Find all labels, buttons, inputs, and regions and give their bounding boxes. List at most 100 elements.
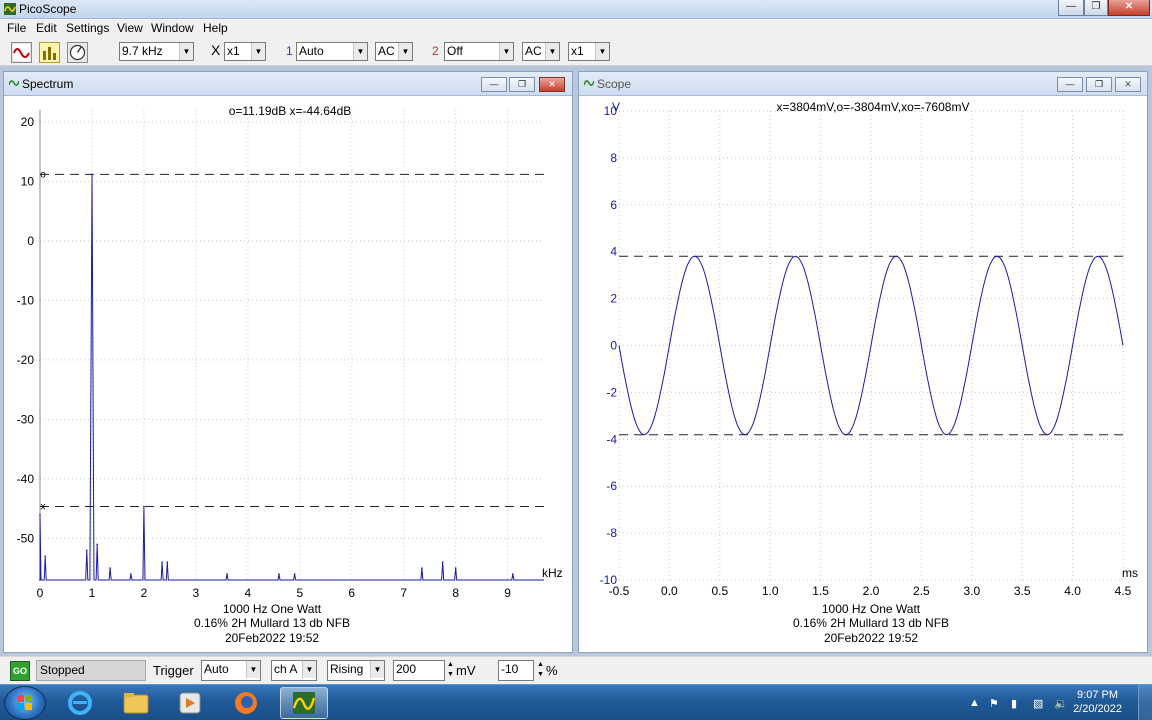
spectrum-window-icon [9, 80, 19, 86]
spectrum-markers[interactable]: ox [39, 169, 544, 575]
folder-icon [123, 693, 149, 714]
channel-1-label: 1 [286, 44, 293, 58]
media-player-icon [179, 692, 201, 714]
multiplier-value: x1 [227, 44, 240, 58]
go-button[interactable]: GO [10, 661, 30, 681]
spectrum-mode-button[interactable] [39, 42, 60, 63]
scope-x-axis: -0.5 0.0 0.5 1.0 1.5 2.0 2.5 3.0 3.5 4.0 4.5 [609, 584, 1132, 598]
scope-x-unit: ms [1122, 566, 1138, 580]
scope-caption-2: 0.16% 2H Mullard 13 db NFB [793, 616, 949, 630]
trigger-edge-select[interactable]: Rising ▼ [327, 660, 385, 681]
spectrum-readout: o=11.19dB x=-44.64dB [229, 104, 352, 118]
menu-settings[interactable]: Settings [66, 21, 109, 35]
scope-y-tick: 8 [610, 151, 617, 165]
spectrum-close-button[interactable]: ✕ [539, 77, 565, 92]
close-button[interactable]: ✕ [1108, 0, 1150, 16]
spectrum-x-tick: 1 [89, 586, 96, 600]
scope-x-tick: 1.5 [812, 584, 829, 598]
scope-y-tick: 0 [610, 339, 617, 353]
scope-x-tick: 4.5 [1115, 584, 1132, 598]
scope-restore-button[interactable]: ❐ [1086, 77, 1112, 92]
status-state: Stopped [36, 660, 146, 681]
spectrum-caption-3: 20Feb2022 19:52 [225, 631, 319, 645]
spectrum-restore-button[interactable]: ❐ [509, 77, 535, 92]
scope-y-tick: 10 [604, 104, 618, 118]
channel-2-multiplier-value: x1 [571, 44, 584, 58]
scope-y-tick: 6 [610, 198, 617, 212]
show-desktop-button[interactable] [1138, 685, 1152, 720]
spectrum-x-tick: 2 [141, 586, 148, 600]
tray-battery-icon[interactable]: ▮ [1011, 697, 1017, 710]
start-button[interactable] [4, 686, 46, 720]
scope-plot[interactable]: V x=3804mV,o=-3804mV,xo=-7608mV 1086420-… [579, 96, 1147, 652]
trigger-edge-value: Rising [330, 662, 364, 676]
spectrum-x-tick: 4 [244, 586, 251, 600]
spectrum-y-tick: -30 [17, 412, 35, 426]
spectrum-trace [39, 174, 544, 581]
channel-2-multiplier-select[interactable]: x1 ▼ [568, 42, 610, 61]
channel-1-coupling-select[interactable]: AC ▼ [375, 42, 413, 61]
scope-caption-3: 20Feb2022 19:52 [824, 631, 918, 645]
windows-logo-icon [17, 695, 32, 710]
spectrum-x-tick: 5 [296, 586, 303, 600]
taskbar-explorer[interactable] [112, 687, 160, 719]
tray-flag-icon[interactable]: ⚑ [989, 697, 999, 710]
scope-close-button[interactable]: ✕ [1115, 77, 1141, 92]
taskbar-media-player[interactable] [166, 687, 214, 719]
spectrum-plot[interactable]: o=11.19dB x=-44.64dB 20100-10-20-30-40-5… [4, 96, 572, 652]
pretrigger-value: -10 [501, 662, 519, 676]
menu-window[interactable]: Window [151, 21, 194, 35]
menu-file[interactable]: File [7, 21, 26, 35]
scope-y-tick: -2 [606, 385, 617, 399]
scope-minimize-button[interactable]: — [1057, 77, 1083, 92]
trigger-label: Trigger [153, 663, 194, 678]
tray-volume-icon[interactable]: 🔉 [1054, 697, 1068, 710]
taskbar-picoscope[interactable] [280, 687, 328, 719]
trigger-channel-select[interactable]: ch A ▼ [271, 660, 317, 681]
spectrum-titlebar[interactable]: Spectrum — ❐ ✕ [4, 72, 572, 96]
spectrum-caption-1: 1000 Hz One Watt [223, 602, 322, 616]
pretrigger-input[interactable]: -10 [498, 660, 534, 681]
menu-edit[interactable]: Edit [36, 21, 57, 35]
menu-view[interactable]: View [117, 21, 143, 35]
chevron-down-icon: ▼ [246, 661, 260, 678]
scope-mode-button[interactable] [11, 42, 32, 63]
clock-date: 2/20/2022 [1073, 703, 1122, 715]
spectrum-grid [39, 110, 544, 580]
chevron-down-icon: ▼ [179, 43, 193, 60]
scope-window-icon [584, 80, 594, 86]
multiplier-select[interactable]: x1 ▼ [224, 42, 266, 61]
taskbar-clock[interactable]: 9:07 PM 2/20/2022 [1073, 688, 1122, 716]
spectrum-title: Spectrum [22, 77, 74, 91]
taskbar-firefox[interactable] [222, 687, 270, 719]
spectrum-minimize-button[interactable]: — [481, 77, 507, 92]
picoscope-taskbar-icon [292, 692, 316, 714]
scope-y-axis: 1086420-2-4-6-8-10 [600, 104, 618, 587]
trigger-level-spinner[interactable]: ▲ ▼ [446, 660, 455, 681]
scope-x-tick: 3.0 [963, 584, 980, 598]
scope-window: Scope — ❐ ✕ V x=3804mV,o=-3804mV,xo=-760… [578, 71, 1148, 653]
timebase-select[interactable]: 9.7 kHz ▼ [119, 42, 194, 61]
spectrum-y-tick: 10 [21, 174, 35, 188]
chevron-down-icon: ▼ [398, 43, 412, 60]
scope-titlebar[interactable]: Scope — ❐ ✕ [579, 72, 1147, 96]
spectrum-x-tick: 7 [400, 586, 407, 600]
scope-x-tick: 2.5 [913, 584, 930, 598]
meter-mode-button[interactable] [67, 42, 88, 63]
scope-y-tick: -6 [606, 479, 617, 493]
trigger-mode-select[interactable]: Auto ▼ [201, 660, 261, 681]
menu-help[interactable]: Help [203, 21, 228, 35]
spectrum-y-tick: -40 [17, 472, 35, 486]
minimize-button[interactable]: — [1058, 0, 1084, 16]
restore-button[interactable]: ❐ [1084, 0, 1108, 16]
channel-2-range-select[interactable]: Off ▼ [444, 42, 514, 61]
spectrum-y-tick: -10 [17, 293, 35, 307]
channel-2-coupling-select[interactable]: AC ▼ [522, 42, 560, 61]
trigger-level-input[interactable]: 200 [393, 660, 445, 681]
channel-1-range-select[interactable]: Auto ▼ [296, 42, 368, 61]
trigger-channel-value: ch A [274, 662, 298, 676]
pretrigger-spinner[interactable]: ▲ ▼ [536, 660, 545, 681]
taskbar-ie[interactable] [56, 687, 104, 719]
tray-show-hidden-icon[interactable]: ▲ [969, 697, 980, 709]
tray-network-icon[interactable]: ▧ [1033, 697, 1043, 710]
